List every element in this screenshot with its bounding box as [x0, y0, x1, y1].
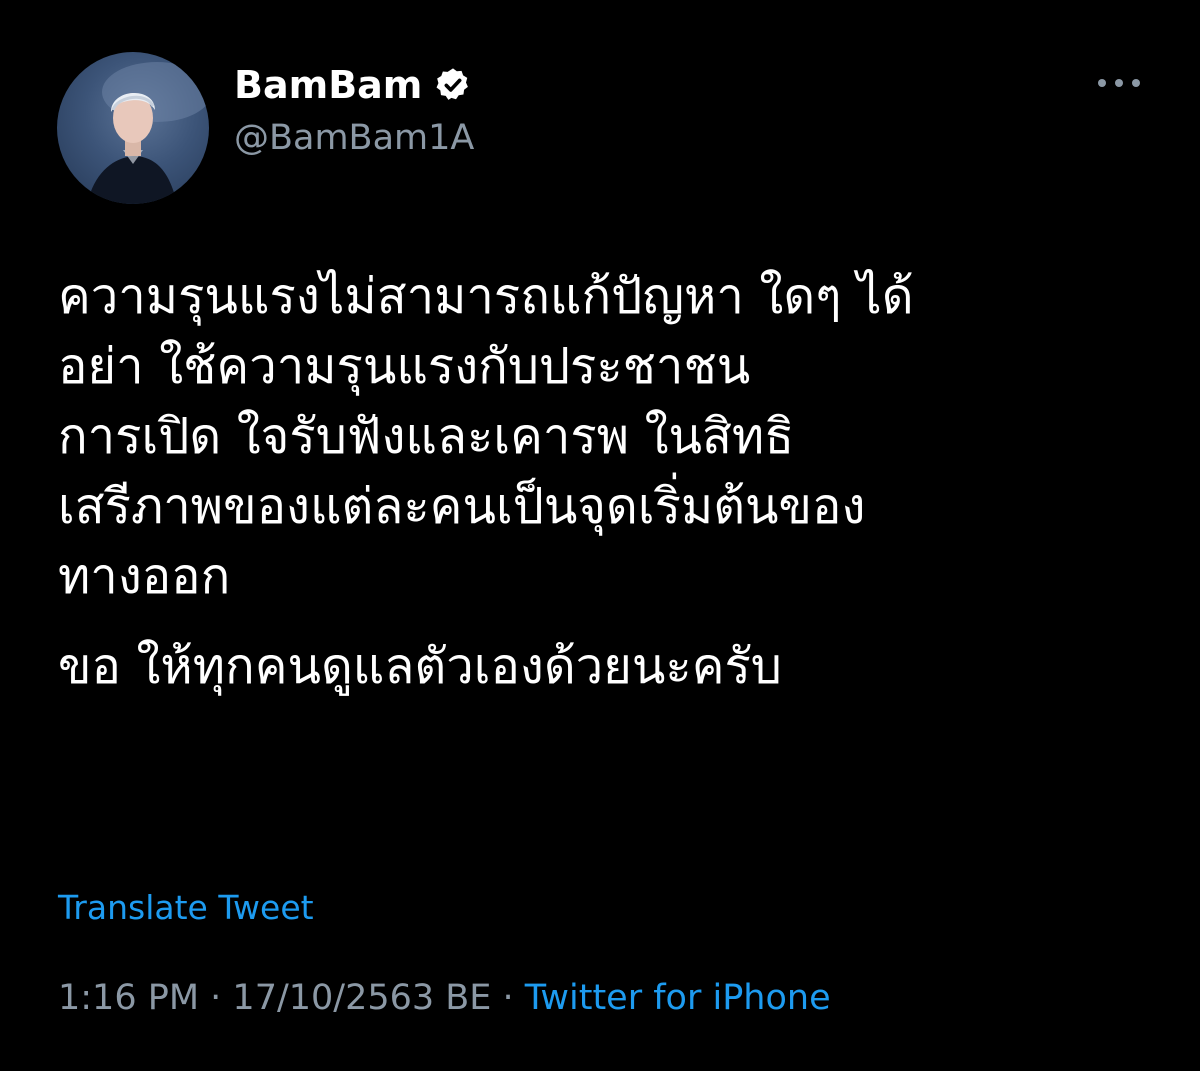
verified-badge-icon	[436, 68, 469, 100]
tweet-line: การเปิด ใจรับฟังและเคารพ ในสิทธิ	[58, 408, 795, 465]
more-dot	[1132, 79, 1140, 87]
tweet-time[interactable]: 1:16 PM	[58, 978, 199, 1018]
tweet-text: ความรุนแรงไม่สามารถแก้ปัญหา ใดๆ ได้ อย่า…	[58, 262, 1158, 702]
display-name[interactable]: BamBam	[234, 63, 422, 107]
more-horizontal-icon[interactable]	[1098, 72, 1140, 94]
more-dot	[1098, 79, 1106, 87]
more-dot	[1115, 79, 1123, 87]
translate-tweet-link[interactable]: Translate Tweet	[58, 888, 314, 927]
avatar-photo	[87, 62, 209, 204]
tweet-meta: 1:16 PM · 17/10/2563 BE · Twitter for iP…	[58, 978, 831, 1018]
tweet-line: เสรีภาพของแต่ละคนเป็นจุดเริ่มต้นของ	[58, 478, 866, 535]
tweet-date[interactable]: 17/10/2563 BE	[232, 978, 491, 1018]
tweet-source-link[interactable]: Twitter for iPhone	[525, 978, 831, 1018]
meta-separator: ·	[199, 978, 233, 1018]
tweet-closing-line: ขอ ให้ทุกคนดูแลตัวเองด้วยนะครับ	[58, 638, 782, 695]
display-name-row[interactable]: BamBam	[234, 60, 472, 110]
tweet-line: ทางออก	[58, 548, 231, 605]
meta-separator: ·	[491, 978, 525, 1018]
tweet-line: อย่า ใช้ความรุนแรงกับประชาชน	[58, 338, 751, 395]
user-handle[interactable]: @BamBam1A	[234, 118, 474, 158]
tweet-line: ความรุนแรงไม่สามารถแก้ปัญหา ใดๆ ได้	[58, 268, 914, 325]
tweet-card: BamBam @BamBam1A ความรุนแรงไม่สามารถแก้ป…	[0, 0, 1200, 1071]
avatar[interactable]	[57, 52, 209, 204]
